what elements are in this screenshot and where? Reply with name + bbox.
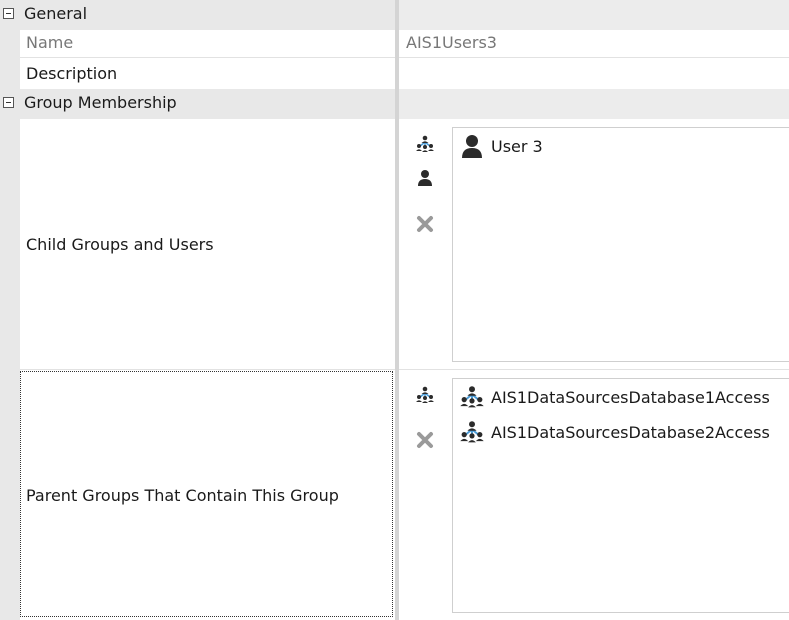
property-label-name: Name bbox=[26, 33, 74, 52]
collapse-toggle-icon[interactable] bbox=[3, 97, 14, 108]
property-value-name[interactable]: AIS1Users3 bbox=[406, 33, 497, 52]
row-divider bbox=[20, 57, 789, 58]
category-label-general: General bbox=[24, 4, 88, 23]
user-icon bbox=[462, 135, 482, 158]
add-group-icon[interactable] bbox=[415, 134, 435, 154]
row-divider bbox=[20, 369, 789, 370]
category-label-membership: Group Membership bbox=[24, 93, 177, 112]
category-fill bbox=[399, 89, 789, 119]
list-item[interactable]: User 3 bbox=[459, 133, 543, 159]
list-item[interactable]: AIS1DataSourcesDatabase2Access bbox=[459, 419, 770, 445]
property-label-description: Description bbox=[26, 64, 118, 83]
add-user-icon[interactable] bbox=[415, 168, 435, 188]
column-splitter[interactable] bbox=[395, 0, 399, 620]
remove-child-icon[interactable] bbox=[415, 214, 435, 234]
child-members-list[interactable]: User 3 bbox=[452, 127, 789, 362]
property-value-description[interactable] bbox=[406, 64, 786, 84]
add-parent-group-icon[interactable] bbox=[415, 385, 435, 405]
remove-parent-icon[interactable] bbox=[415, 430, 435, 450]
list-item-label: User 3 bbox=[491, 136, 543, 156]
parent-groups-list[interactable]: AIS1DataSourcesDatabase1Access AIS1DataS… bbox=[452, 378, 789, 613]
property-label-child-groups: Child Groups and Users bbox=[26, 235, 214, 254]
property-label-parent-groups: Parent Groups That Contain This Group bbox=[26, 486, 339, 505]
list-item-label: AIS1DataSourcesDatabase2Access bbox=[491, 422, 770, 442]
collapse-toggle-icon[interactable] bbox=[3, 8, 14, 19]
list-item-label: AIS1DataSourcesDatabase1Access bbox=[491, 387, 770, 407]
category-fill bbox=[399, 0, 789, 30]
group-icon bbox=[460, 386, 484, 408]
list-item[interactable]: AIS1DataSourcesDatabase1Access bbox=[459, 384, 770, 410]
group-icon bbox=[460, 421, 484, 443]
